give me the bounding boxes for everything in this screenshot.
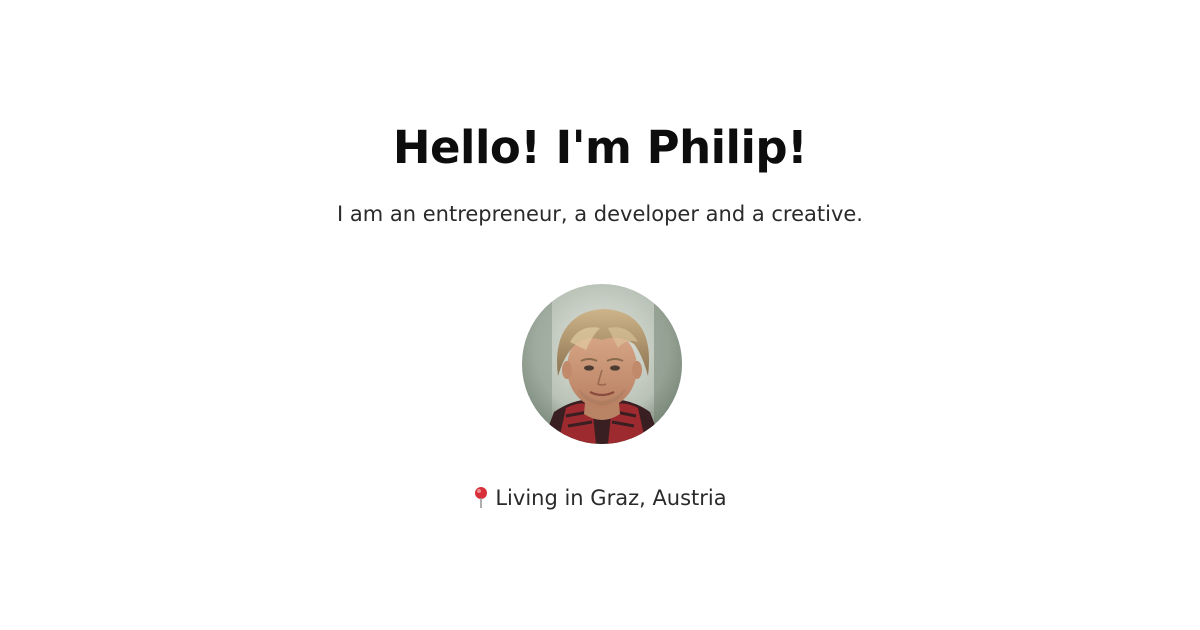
avatar — [522, 284, 682, 444]
avatar-portrait — [522, 284, 682, 444]
location-text: Living in Graz, Austria — [495, 486, 727, 510]
tagline: I am an entrepreneur, a developer and a … — [337, 202, 863, 226]
pin-icon — [473, 486, 489, 516]
profile-card: Hello! I'm Philip! I am an entrepreneur,… — [0, 0, 1200, 630]
location-line: Living in Graz, Austria — [0, 483, 1200, 516]
page-title: Hello! I'm Philip! — [392, 121, 808, 174]
